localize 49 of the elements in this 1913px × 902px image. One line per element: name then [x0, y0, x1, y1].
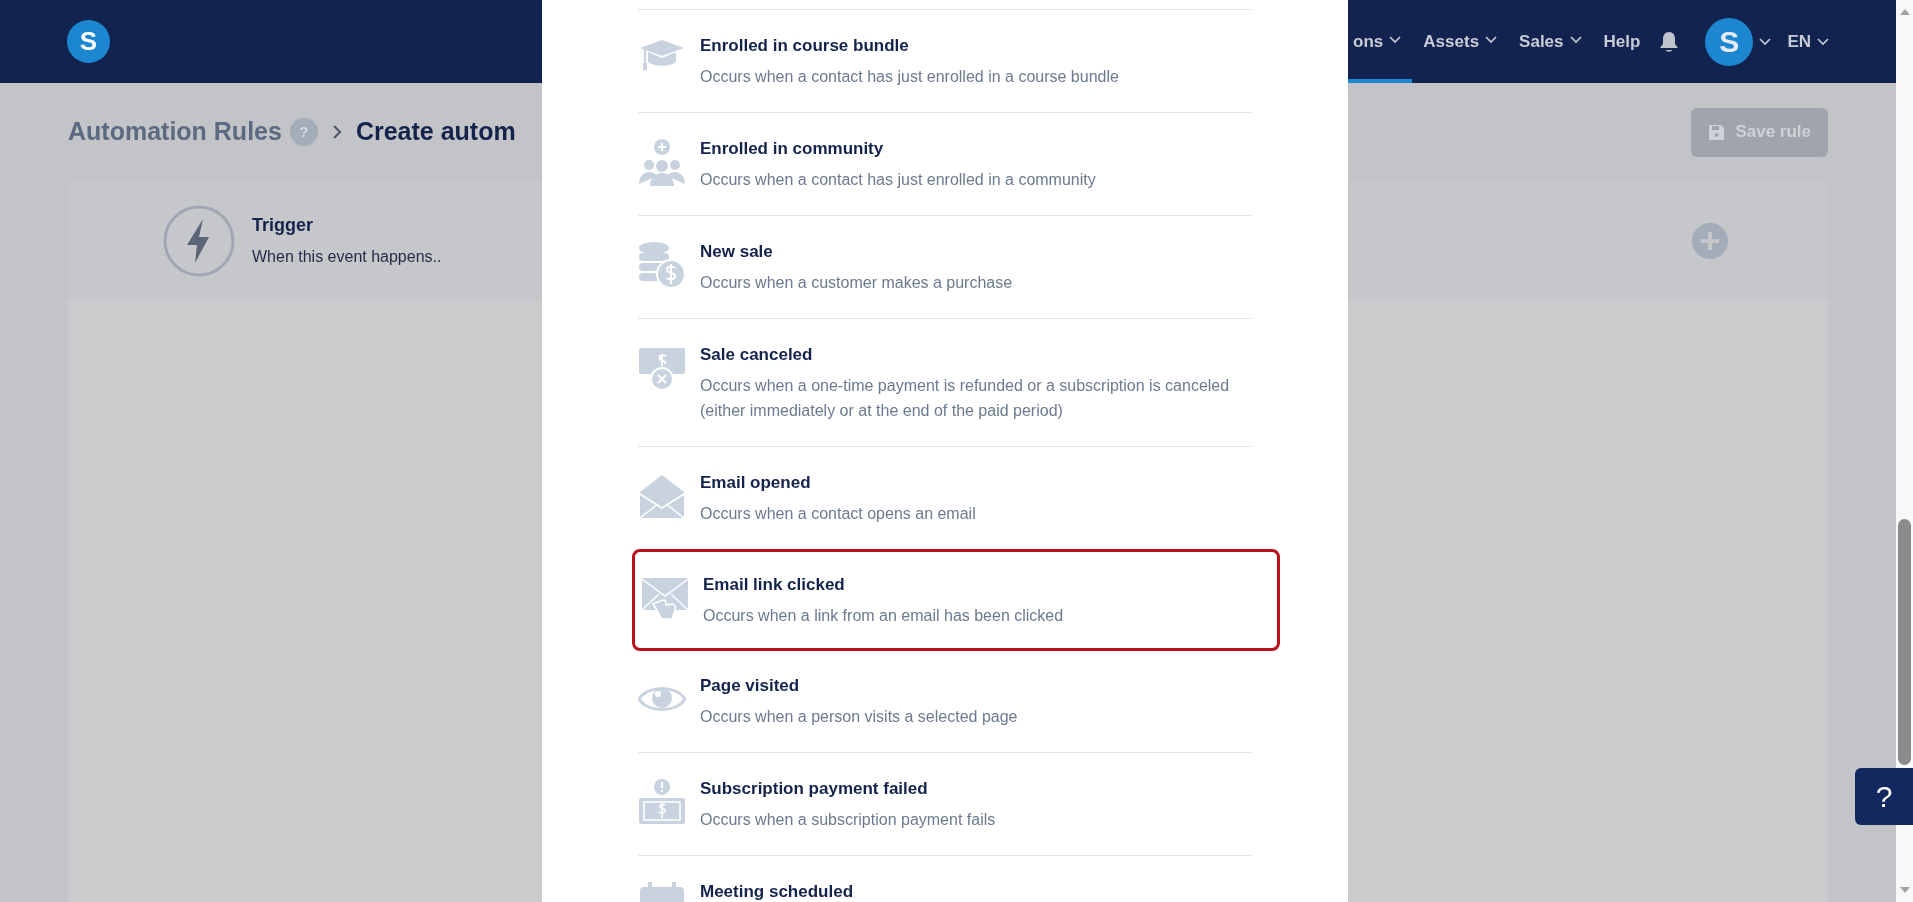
nav-menu-item[interactable]: Assets	[1412, 0, 1509, 83]
event-title: Sale canceled	[700, 344, 814, 366]
coins-dollar-icon	[638, 241, 686, 289]
chevron-down-icon	[1817, 37, 1829, 46]
language-selector[interactable]: EN	[1787, 28, 1829, 55]
scrollbar[interactable]	[1896, 0, 1913, 902]
nav-menu-item[interactable]: Sales	[1508, 0, 1593, 83]
add-icon[interactable]	[1692, 222, 1728, 259]
event-title: Meeting scheduled	[700, 881, 854, 902]
event-title: New sale	[700, 241, 774, 263]
open-envelope-icon	[638, 472, 686, 520]
banknote-alert-icon	[638, 778, 686, 826]
event-title: Enrolled in community	[700, 138, 885, 160]
event-option[interactable]: Email opened Occurs when a contact opens an email	[638, 447, 1252, 550]
event-description: Occurs when a contact has just enrolled in a course bundle	[700, 67, 1119, 87]
event-option[interactable]: Enrolled in course bundle Occurs when a contact has just enrolled in a course bundle	[638, 10, 1252, 113]
bell-icon[interactable]	[1659, 30, 1680, 53]
event-title: Email opened	[700, 472, 812, 494]
page-title: Create autom	[355, 116, 516, 148]
nav-menu-item[interactable]: Help	[1592, 0, 1652, 83]
event-option[interactable]: Email link clicked Occurs when a link from an email has been clicked	[632, 549, 1280, 651]
logo[interactable]: S	[67, 20, 110, 63]
help-widget-button[interactable]: ?	[1855, 768, 1913, 825]
event-description: Occurs when a link from an email has been clicked	[703, 606, 1064, 626]
event-title: Enrolled in course bundle	[700, 35, 910, 57]
event-description: Occurs when a customer makes a purchase	[700, 273, 1013, 293]
event-description: Occurs when a person visits a selected page	[700, 707, 1018, 727]
scroll-up-icon[interactable]	[1899, 9, 1910, 15]
chevron-right-icon	[331, 124, 342, 140]
chevron-down-icon	[1759, 37, 1772, 46]
event-title: Email link clicked	[703, 574, 846, 596]
event-option[interactable]: Enrolled in community Occurs when a contact has just enrolled in a community	[638, 113, 1252, 216]
group-add-icon	[638, 138, 686, 186]
event-description: Occurs when a one-time payment is refunded or a subscription is canceled (either immediately or at the end of the paid period)	[700, 376, 1231, 421]
scrollbar-thumb[interactable]	[1898, 519, 1911, 765]
event-option[interactable]: Meeting scheduled	[638, 856, 1252, 902]
lightning-bolt-icon	[163, 204, 235, 277]
event-description: Occurs when a subscription payment fails	[700, 810, 996, 830]
event-description: Occurs when a contact has just enrolled in a community	[700, 170, 1096, 190]
event-title: Page visited	[700, 675, 801, 697]
scroll-down-icon[interactable]	[1899, 887, 1910, 893]
event-option[interactable]: Page visited Occurs when a person visits a selected page	[638, 650, 1252, 753]
trigger-subtitle: When this event happens..	[252, 247, 442, 267]
trigger-title: Trigger	[252, 214, 314, 237]
event-option[interactable]: Sale canceled Occurs when a one-time payment is refunded or a subscription is canceled (either immediately or at the end of the paid period)	[638, 319, 1252, 447]
event-description: Occurs when a contact opens an email	[700, 504, 976, 524]
event-title: Subscription payment failed	[700, 778, 929, 800]
event-option[interactable]: New sale Occurs when a customer makes a purchase	[638, 216, 1252, 319]
event-option[interactable]: Subscription payment failed Occurs when a subscription payment fails	[638, 753, 1252, 856]
